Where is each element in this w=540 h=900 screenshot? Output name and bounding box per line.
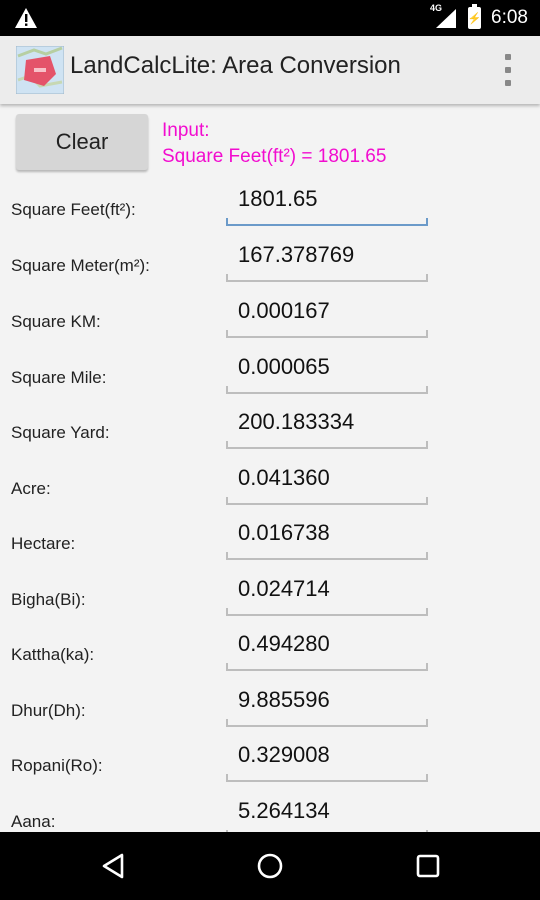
label-square-yard: Square Yard: xyxy=(11,423,110,442)
value-hectare: 0.016738 xyxy=(238,520,330,545)
label-aana: Aana: xyxy=(11,812,56,831)
action-bar: LandCalcLite: Area Conversion xyxy=(0,36,540,104)
field-square-mile[interactable]: 0.000065 xyxy=(226,350,428,394)
clock: 6:08 xyxy=(491,7,528,28)
value-square-km: 0.000167 xyxy=(238,298,330,323)
label-square-feet: Square Feet(ft²): xyxy=(11,200,136,219)
value-square-mile: 0.000065 xyxy=(238,354,330,379)
value-aana: 5.264134 xyxy=(238,798,330,823)
label-dhur: Dhur(Dh): xyxy=(11,701,86,720)
label-ropani: Ropani(Ro): xyxy=(11,756,103,775)
battery-charging-icon: ⚡ xyxy=(468,4,481,29)
input-summary: Input: Square Feet(ft²) = 1801.65 xyxy=(162,118,386,170)
value-acre: 0.041360 xyxy=(238,465,330,490)
value-square-feet: 1801.65 xyxy=(238,186,318,211)
label-kattha: Kattha(ka): xyxy=(11,645,95,664)
value-kattha: 0.494280 xyxy=(238,631,330,656)
row-hectare: Hectare: 0.016738 xyxy=(0,516,540,572)
row-aana: Aana: 5.264134 xyxy=(0,794,540,832)
row-acre: Acre: 0.041360 xyxy=(0,461,540,517)
field-square-meter[interactable]: 167.378769 xyxy=(226,238,428,282)
label-hectare: Hectare: xyxy=(11,534,76,553)
label-bigha: Bigha(Bi): xyxy=(11,590,86,609)
field-acre[interactable]: 0.041360 xyxy=(226,461,428,505)
label-square-km: Square KM: xyxy=(11,312,101,331)
back-triangle-icon[interactable] xyxy=(100,852,128,880)
warning-icon xyxy=(15,8,37,28)
status-bar: 4G ⚡ 6:08 xyxy=(0,0,540,36)
value-square-meter: 167.378769 xyxy=(238,242,355,267)
recents-square-icon[interactable] xyxy=(414,852,442,880)
value-bigha: 0.024714 xyxy=(238,576,330,601)
value-ropani: 0.329008 xyxy=(238,742,330,767)
row-ropani: Ropani(Ro): 0.329008 xyxy=(0,738,540,794)
row-square-yard: Square Yard: 200.183334 xyxy=(0,405,540,461)
value-dhur: 9.885596 xyxy=(238,687,330,712)
label-square-mile: Square Mile: xyxy=(11,368,107,387)
field-bigha[interactable]: 0.024714 xyxy=(226,572,428,616)
value-square-yard: 200.183334 xyxy=(238,409,355,434)
row-square-mile: Square Mile: 0.000065 xyxy=(0,350,540,406)
row-dhur: Dhur(Dh): 9.885596 xyxy=(0,683,540,739)
input-heading: Input: xyxy=(162,120,210,141)
field-dhur[interactable]: 9.885596 xyxy=(226,683,428,727)
home-circle-icon[interactable] xyxy=(256,852,284,880)
clear-button[interactable]: Clear xyxy=(16,114,148,170)
row-square-meter: Square Meter(m²): 167.378769 xyxy=(0,238,540,294)
app-title: LandCalcLite: Area Conversion xyxy=(70,52,401,79)
input-value-text: Square Feet(ft²) = 1801.65 xyxy=(162,146,387,167)
row-square-feet: Square Feet(ft²): 1801.65 xyxy=(0,182,540,238)
row-square-km: Square KM: 0.000167 xyxy=(0,294,540,350)
main-content: Clear Input: Square Feet(ft²) = 1801.65 … xyxy=(0,104,540,832)
navigation-bar xyxy=(0,832,540,900)
field-square-km[interactable]: 0.000167 xyxy=(226,294,428,338)
overflow-menu-icon[interactable] xyxy=(504,54,512,86)
label-acre: Acre: xyxy=(11,479,51,498)
field-ropani[interactable]: 0.329008 xyxy=(226,738,428,782)
field-hectare[interactable]: 0.016738 xyxy=(226,516,428,560)
network-type: 4G xyxy=(430,3,443,13)
field-square-feet[interactable]: 1801.65 xyxy=(226,182,428,226)
label-square-meter: Square Meter(m²): xyxy=(11,256,150,275)
field-square-yard[interactable]: 200.183334 xyxy=(226,405,428,449)
signal-icon: 4G xyxy=(430,3,458,29)
row-kattha: Kattha(ka): 0.494280 xyxy=(0,627,540,683)
app-map-icon xyxy=(16,46,64,94)
row-bigha: Bigha(Bi): 0.024714 xyxy=(0,572,540,628)
field-aana[interactable]: 5.264134 xyxy=(226,794,428,832)
status-right: 4G ⚡ 6:08 xyxy=(430,0,528,36)
field-kattha[interactable]: 0.494280 xyxy=(226,627,428,671)
